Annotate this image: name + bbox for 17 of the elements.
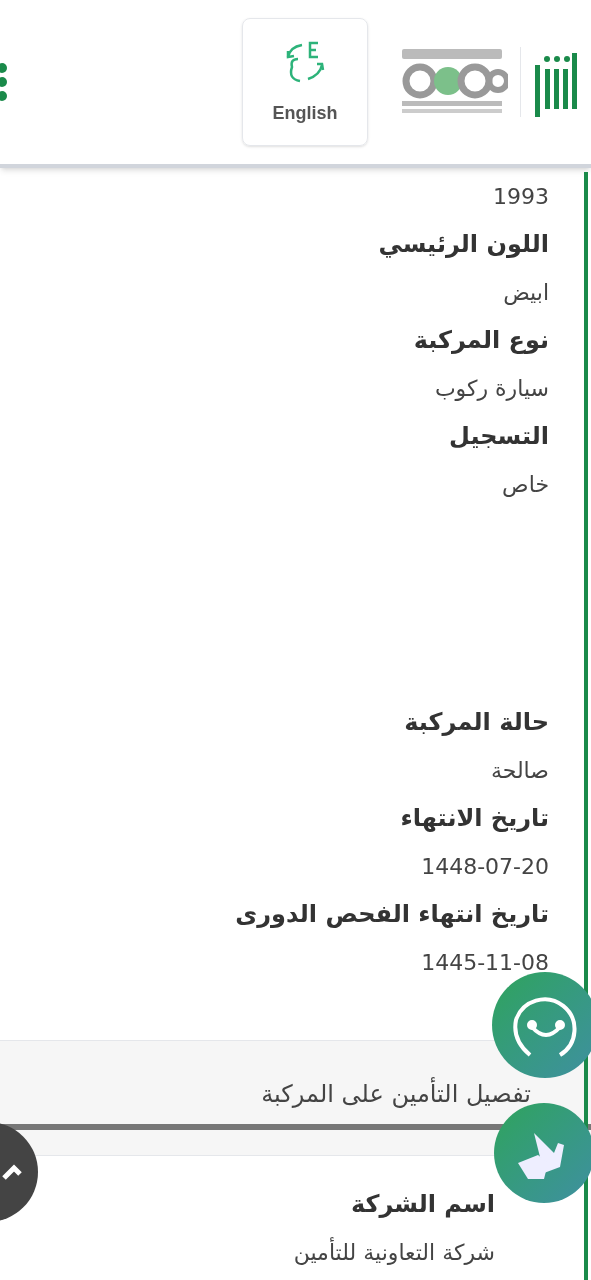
field-label: تاريخ الانتهاء [399,803,549,834]
section-title: تفصيل التأمين على المركبة [261,1076,531,1112]
field-label: اسم الشركة [349,1189,495,1220]
field-label: اللون الرئيسي [377,229,549,260]
field-value: ابيض [502,278,549,307]
field-value: صالحة [489,756,549,785]
field-value: 1445-11-08 [420,948,549,977]
field-label: حالة المركبة [403,707,549,738]
field-label: نوع المركبة [412,325,549,356]
field-value: شركة التعاونية للتأمين [292,1236,495,1267]
field-value: سيارة ركوب [433,374,549,403]
field-value: 1993 [492,182,549,211]
field-value: خاص [501,470,549,499]
field-value: 1448-07-20 [420,852,549,881]
field-label: التسجيل [448,421,549,452]
field-label: تاريخ انتهاء الفحص الدورى [234,899,549,930]
language-button[interactable]: English [242,18,368,146]
